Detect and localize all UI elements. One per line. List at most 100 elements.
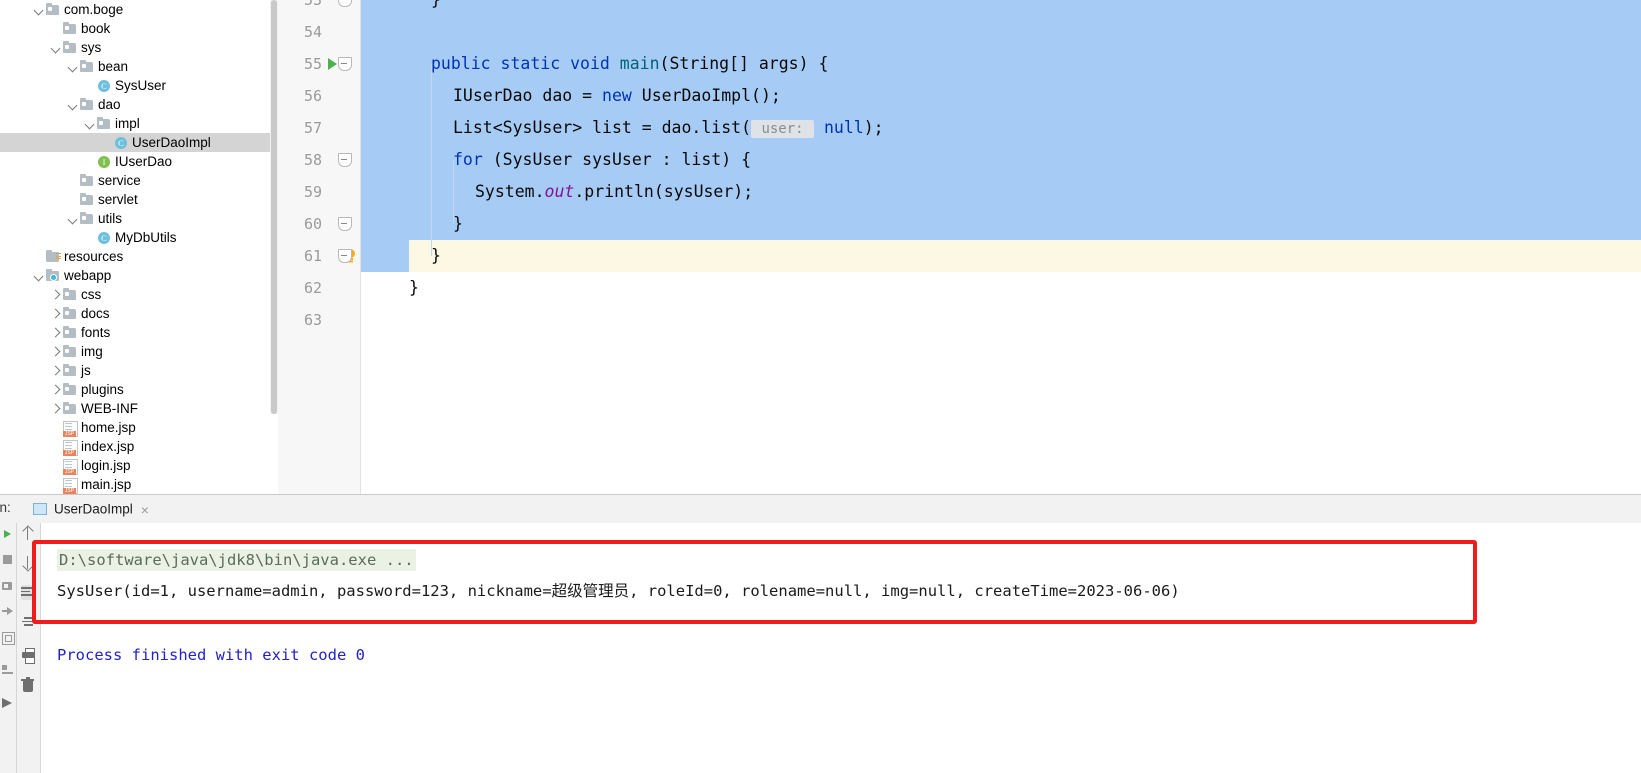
webapp-root-icon — [45, 266, 62, 285]
tree-item-bean[interactable]: bean — [0, 57, 278, 76]
chevron-down-icon[interactable] — [51, 38, 62, 57]
tree-item-label: plugins — [81, 382, 124, 397]
tree-item-sysuser[interactable]: C SysUser — [0, 76, 278, 95]
pause-icon[interactable] — [1, 579, 15, 593]
tree-item-css[interactable]: css — [0, 285, 278, 304]
code-token: } — [431, 0, 441, 9]
soft-wrap-icon[interactable] — [21, 585, 36, 600]
console-toolbar-strip[interactable] — [17, 523, 41, 773]
code-fold-toggle[interactable] — [338, 57, 352, 71]
code-token: for — [453, 150, 483, 169]
code-fold-toggle[interactable] — [338, 249, 352, 263]
tree-item-service[interactable]: service — [0, 171, 278, 190]
folder-icon — [62, 342, 79, 361]
code-editor[interactable]: 53 54 55 56 57 58 59 60 61 62 63 } public static vo… — [278, 0, 1641, 494]
tree-item-label: SysUser — [115, 78, 167, 93]
console-output[interactable]: D:\software\java\jdk8\bin\java.exe ... S… — [41, 523, 1641, 773]
close-icon[interactable]: × — [141, 496, 149, 524]
tree-item-userdaoimpl[interactable]: C UserDaoImpl — [0, 133, 278, 152]
code-line[interactable]: System.out.println(sysUser); — [475, 176, 753, 208]
tree-item-webapp[interactable]: webapp — [0, 266, 278, 285]
tree-scrollbar-thumb[interactable] — [271, 0, 277, 414]
chevron-down-icon[interactable] — [68, 95, 79, 114]
gutter-marks[interactable] — [326, 272, 356, 304]
code-token: void — [570, 54, 610, 73]
console-output-line: SysUser(id=1, username=admin, password=1… — [57, 582, 1180, 600]
tree-item-book[interactable]: book — [0, 19, 278, 38]
code-line[interactable]: public static void main(String[] args) { — [431, 48, 828, 80]
chevron-right-icon[interactable] — [51, 342, 62, 361]
tree-item-web-inf[interactable]: WEB-INF — [0, 399, 278, 418]
tree-item-js[interactable]: js — [0, 361, 278, 380]
tree-item-home-jsp[interactable]: home.jsp — [0, 418, 278, 437]
code-line[interactable]: IUserDao dao = new UserDaoImpl(); — [453, 80, 781, 112]
code-line[interactable]: List<SysUser> list = dao.list( user: nul… — [453, 112, 884, 144]
clear-all-icon[interactable] — [21, 677, 36, 693]
run-gutter-icon[interactable] — [328, 58, 337, 70]
code-fold-toggle[interactable] — [338, 217, 352, 231]
tree-item-impl[interactable]: impl — [0, 114, 278, 133]
run-tab-userdaoimpl[interactable]: UserDaoImpl × — [27, 495, 157, 525]
chevron-down-icon[interactable] — [34, 0, 45, 19]
chevron-down-icon[interactable] — [85, 114, 96, 133]
tree-item-docs[interactable]: docs — [0, 304, 278, 323]
stacktrace-icon[interactable] — [1, 631, 15, 645]
scroll-up-icon[interactable] — [21, 526, 36, 541]
chevron-right-icon[interactable] — [51, 361, 62, 380]
tree-item-main-jsp[interactable]: main.jsp — [0, 475, 278, 494]
tree-item-label: MyDbUtils — [115, 230, 177, 245]
project-tree-panel[interactable]: com.boge book sys bean C SysUser dao impl C UserD… — [0, 0, 278, 494]
chevron-down-icon[interactable] — [68, 57, 79, 76]
scroll-to-end-icon[interactable] — [21, 615, 36, 630]
tree-item-fonts[interactable]: fonts — [0, 323, 278, 342]
tree-item-img[interactable]: img — [0, 342, 278, 361]
chevron-right-icon[interactable] — [51, 323, 62, 342]
code-line[interactable]: } — [431, 0, 441, 16]
gutter-marks[interactable] — [326, 112, 356, 144]
scroll-down-icon[interactable] — [21, 555, 36, 570]
chevron-right-icon[interactable] — [51, 380, 62, 399]
code-line[interactable]: } — [453, 208, 463, 240]
stop-icon[interactable] — [1, 553, 15, 567]
run-controls-strip[interactable] — [0, 523, 17, 773]
tree-item-com-boge[interactable]: com.boge — [0, 0, 278, 19]
gutter-marks[interactable] — [326, 16, 356, 48]
chevron-right-icon[interactable] — [51, 304, 62, 323]
line-number: 59 — [303, 183, 322, 201]
layout-icon[interactable] — [1, 663, 15, 677]
gutter-marks[interactable] — [326, 80, 356, 112]
java-interface-icon: I — [96, 152, 113, 171]
line-number: 57 — [303, 119, 322, 137]
tree-item-servlet[interactable]: servlet — [0, 190, 278, 209]
tree-item-utils[interactable]: utils — [0, 209, 278, 228]
chevron-right-icon[interactable] — [51, 399, 62, 418]
print-icon[interactable] — [21, 648, 36, 664]
rerun-icon[interactable] — [1, 527, 15, 541]
chevron-right-icon[interactable] — [51, 285, 62, 304]
tree-item-sys[interactable]: sys — [0, 38, 278, 57]
tree-item-iuserdao[interactable]: I IUserDao — [0, 152, 278, 171]
chevron-down-icon[interactable] — [68, 209, 79, 228]
tree-scrollbar-track[interactable] — [270, 0, 278, 414]
tree-item-mydbutils[interactable]: C MyDbUtils — [0, 228, 278, 247]
gutter-marks[interactable] — [326, 176, 356, 208]
editor-gutter[interactable]: 53 54 55 56 57 58 59 60 61 62 63 — [278, 0, 361, 494]
pin-icon[interactable] — [1, 695, 15, 709]
tree-item-plugins[interactable]: plugins — [0, 380, 278, 399]
code-line[interactable]: } — [409, 272, 419, 304]
code-fold-toggle[interactable] — [338, 153, 352, 167]
tree-item-resources[interactable]: resources — [0, 247, 278, 266]
jsp-file-icon — [62, 456, 79, 475]
editor-code-area[interactable]: } public static void main(String[] args) … — [361, 0, 1641, 494]
code-line[interactable]: for (SysUser sysUser : list) { — [453, 144, 751, 176]
resume-icon[interactable] — [1, 605, 15, 619]
tree-item-dao[interactable]: dao — [0, 95, 278, 114]
folder-icon — [62, 285, 79, 304]
code-line[interactable]: } — [431, 240, 441, 272]
chevron-down-icon[interactable] — [34, 266, 45, 285]
tree-item-login-jsp[interactable]: login.jsp — [0, 456, 278, 475]
gutter-marks[interactable] — [326, 304, 356, 336]
tree-item-index-jsp[interactable]: index.jsp — [0, 437, 278, 456]
